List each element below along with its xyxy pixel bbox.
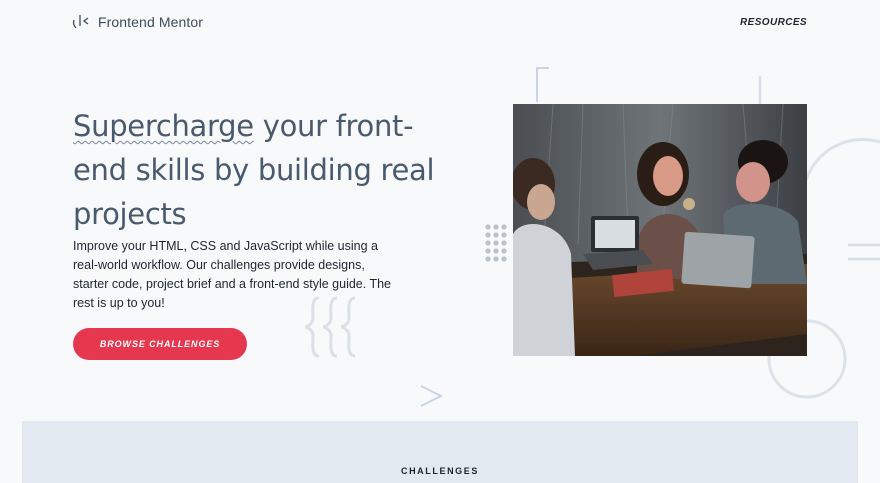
corner-bracket-decoration — [536, 67, 549, 102]
challenges-heading: CHALLENGES — [400, 466, 479, 476]
dot-grid-decoration — [485, 224, 507, 262]
hero-title-highlight: Supercharge — [73, 109, 254, 143]
double-line-decoration — [848, 243, 880, 261]
brand-name: Frontend Mentor — [98, 14, 203, 30]
challenges-section: CHALLENGES — [22, 421, 858, 483]
curly-braces-decoration — [304, 296, 356, 358]
hero-title: Supercharge your front-end skills by bui… — [73, 104, 453, 236]
nav-resources-link[interactable]: RESOURCES — [740, 17, 807, 28]
hero-photo — [513, 104, 807, 356]
logo-link[interactable]: Frontend Mentor — [72, 12, 203, 32]
site-header: Frontend Mentor RESOURCES — [0, 0, 880, 46]
browse-challenges-button[interactable]: BROWSE CHALLENGES — [73, 328, 247, 360]
large-arc-decoration — [804, 137, 880, 181]
chevron-right-decoration-icon — [420, 385, 444, 407]
frontend-mentor-logo-icon — [72, 15, 89, 29]
